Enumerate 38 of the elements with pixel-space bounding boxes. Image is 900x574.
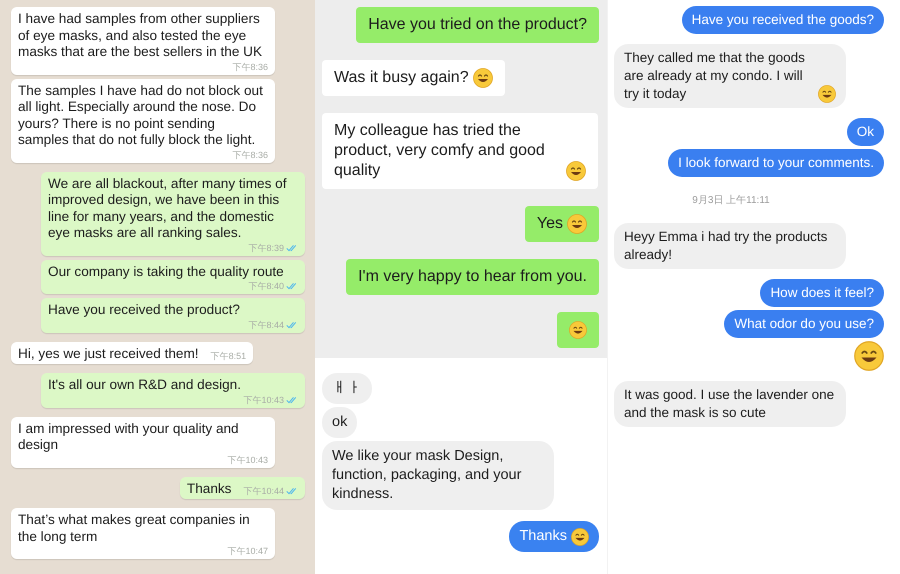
message-text: That’s what makes great companies in the long term [18, 512, 251, 545]
message-time: 下午8:36 [232, 60, 268, 72]
message-text: I am impressed with your quality and design [18, 420, 240, 454]
message-text: What odor do you use? [734, 315, 874, 333]
message-text: ㅐㅏ [332, 379, 362, 398]
message-text: I have had samples from other suppliers of eye masks, and also tested the eye masks that are the best sellers in the UK [18, 11, 264, 60]
message-text: Hi, yes we just received them! [18, 346, 199, 362]
message-time: 下午8:39 [248, 242, 284, 254]
message-time: 下午10:47 [227, 545, 268, 557]
message-text: We like your mask Design, function, packaging, and your kindness. [332, 447, 522, 504]
date-label: 9月3日 上午11:11 [692, 194, 770, 207]
message-text: My colleague has tried the product, very comfy and good quality [334, 121, 546, 181]
message-text: ok [332, 413, 348, 432]
message-text: They called me that the goods are already at my condo. I will try it today [624, 49, 806, 103]
message-time: 下午8:40 [248, 280, 284, 292]
message-text: Yes [536, 214, 563, 234]
message-time: 下午10:43 [243, 394, 284, 406]
message-text: Was it busy again? [334, 68, 469, 88]
message-text: How does it feel? [770, 284, 874, 302]
message-time: 下午10:43 [227, 454, 268, 466]
message-text: Have you received the product? [48, 302, 240, 318]
message-text: Thanks [186, 480, 232, 497]
message-text: Heyy Emma i had try the products already! [624, 228, 828, 264]
message-text: The samples I have had do not block out all light. Especially around the nose. Do yours? There is no point sending samples that do not fully block the light. [18, 82, 264, 148]
message-text: Have you tried on the product? [368, 15, 587, 35]
message-text: Have you received the goods? [692, 11, 874, 29]
message-text: Ok [856, 123, 874, 141]
message-text: It was good. I use the lavender one and the mask is so cute [624, 386, 836, 422]
message-time: 下午8:44 [248, 318, 284, 330]
message-text: Our company is taking the quality route [48, 264, 284, 280]
message-text: I'm very happy to hear from you. [358, 267, 587, 287]
message-time: 下午8:36 [232, 148, 268, 160]
message-text: It's all our own R&D and design. [48, 377, 242, 394]
message-time: 下午8:51 [210, 350, 246, 362]
message-time: 下午10:44 [243, 485, 284, 497]
message-text: Thanks [519, 527, 567, 546]
message-text: We are all blackout, after many times of improved design, we have been in this line for many years, and the domestic eye masks are all ranking sales. [48, 176, 288, 242]
message-text: I look forward to your comments. [678, 154, 874, 172]
